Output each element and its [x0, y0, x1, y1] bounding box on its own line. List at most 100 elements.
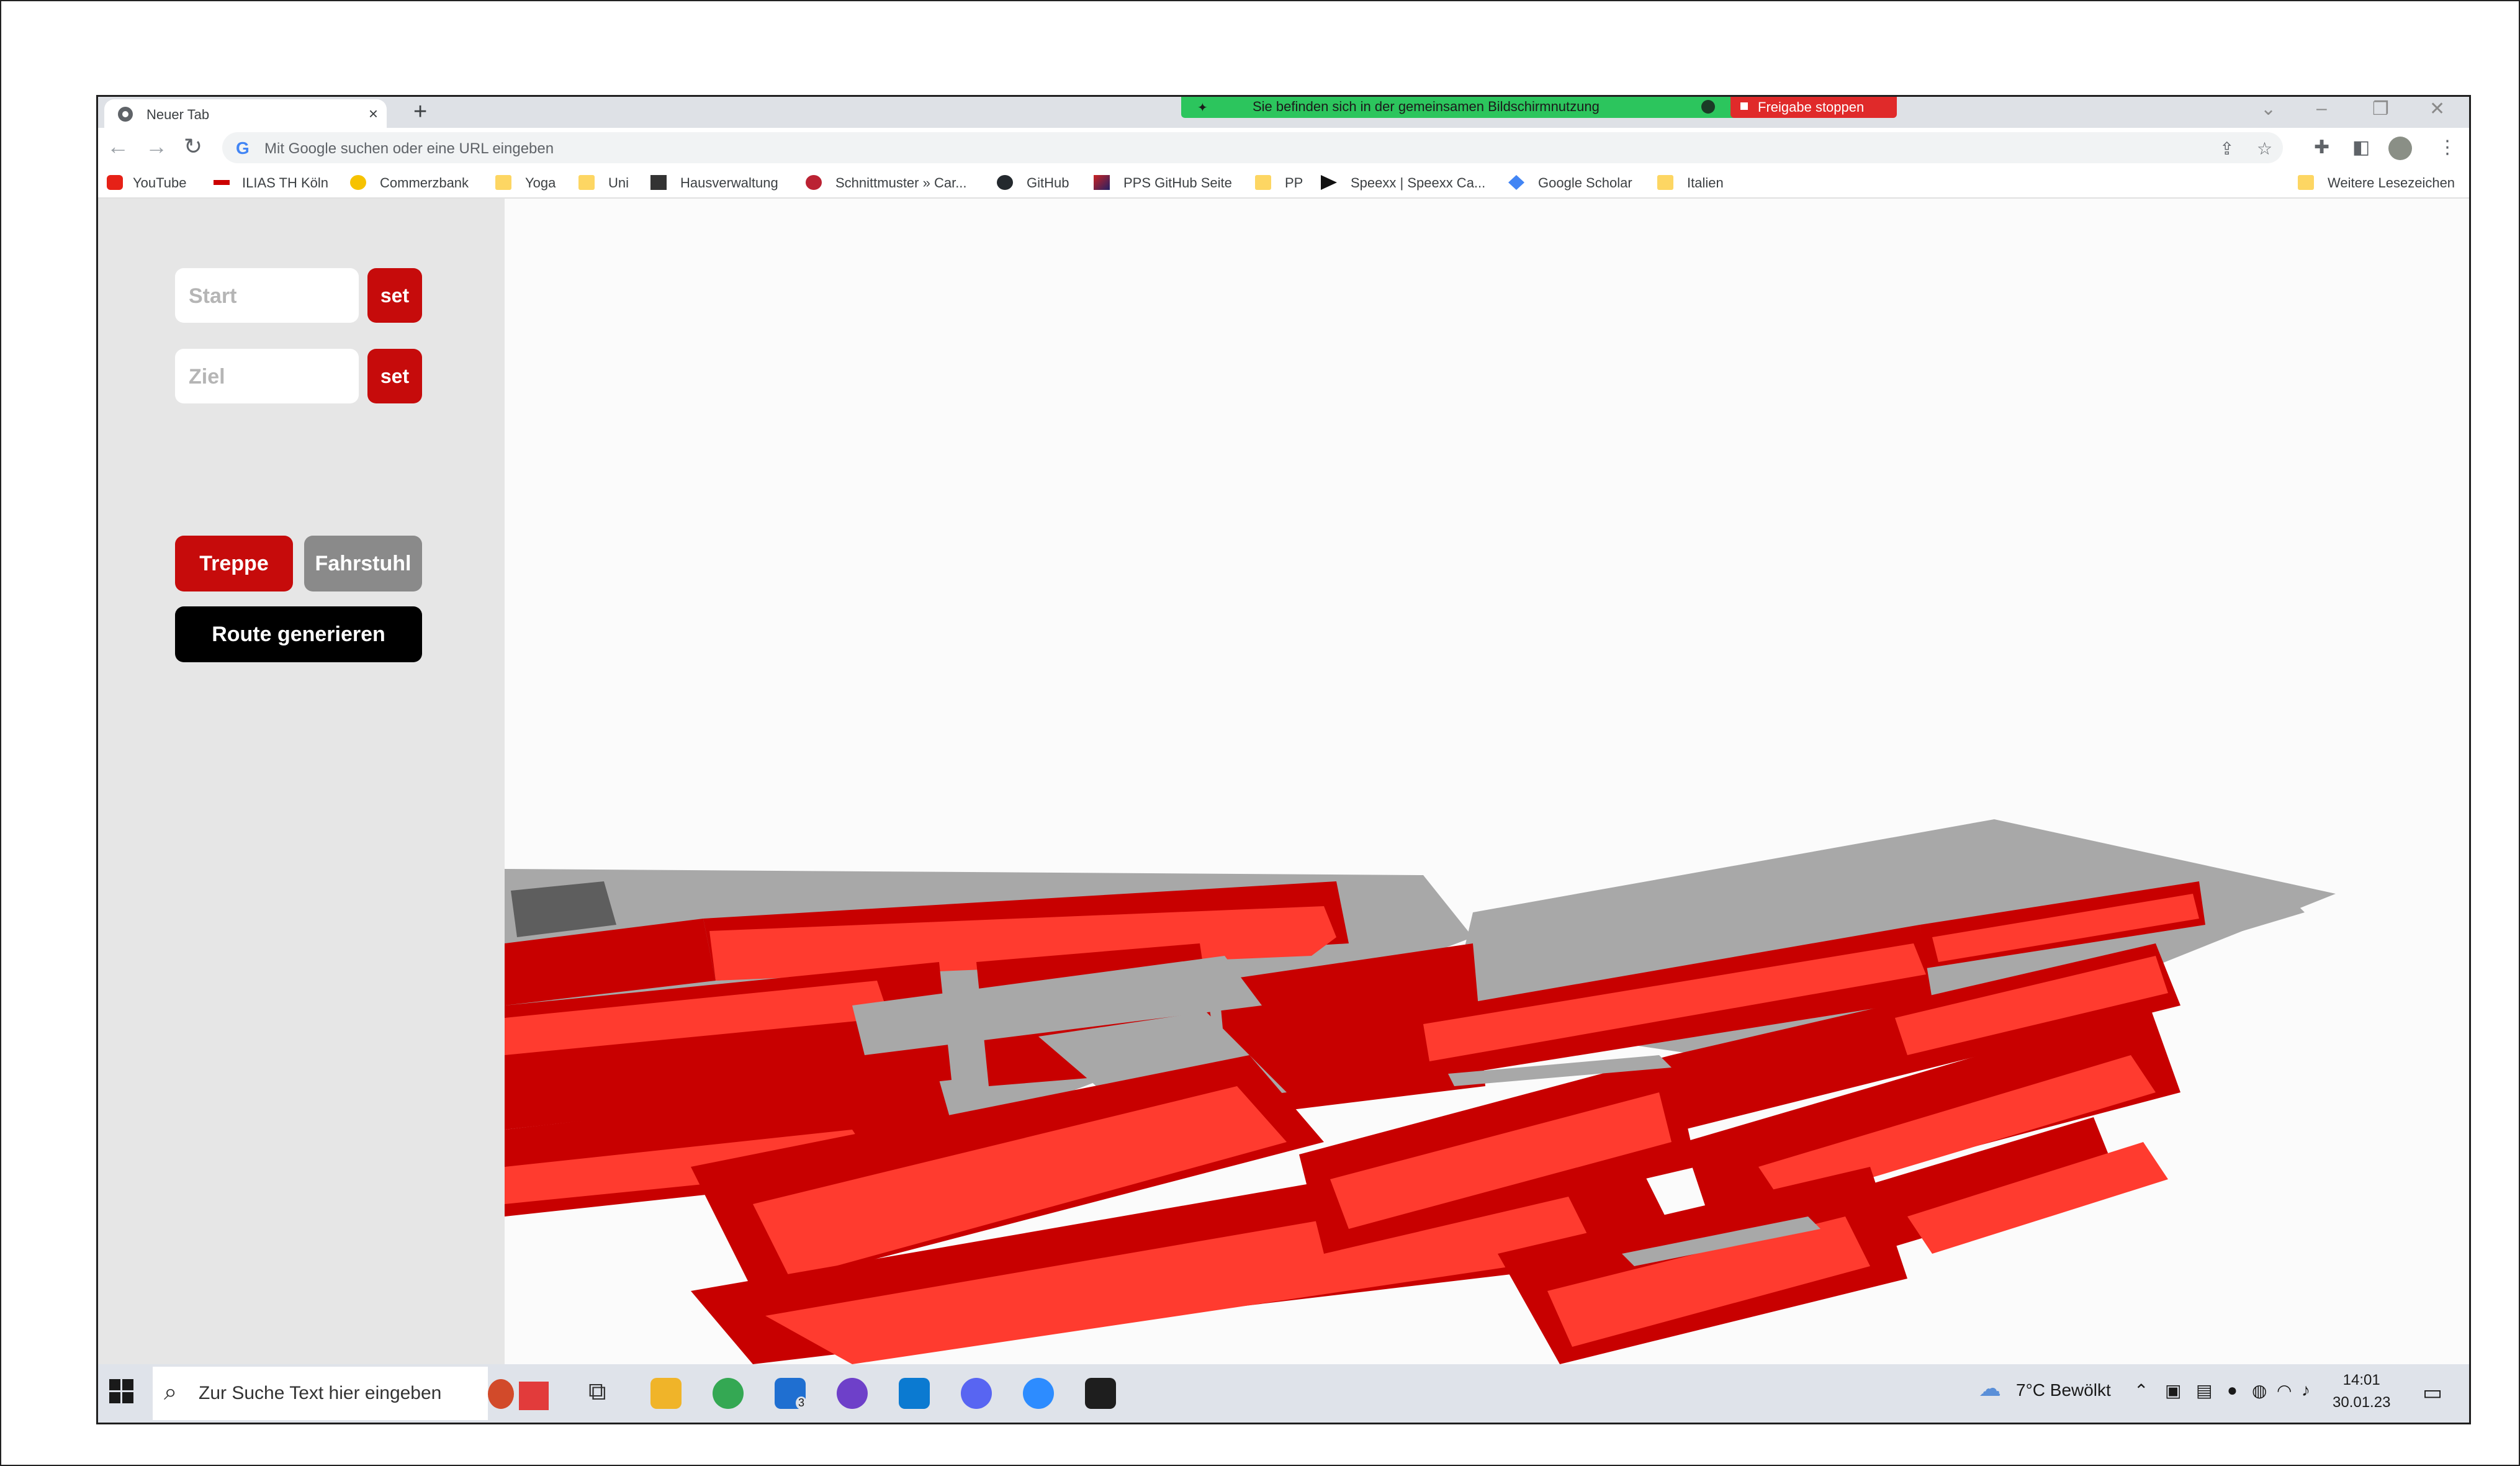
tab-title: Neuer Tab: [146, 107, 210, 122]
pps-icon: [1094, 175, 1110, 190]
mail-badge: 3: [796, 1396, 808, 1410]
stop-share-label: Freigabe stoppen: [1758, 99, 1865, 115]
bookmark-commerzbank[interactable]: Commerzbank: [380, 175, 469, 191]
extensions-puzzle-icon[interactable]: ✚: [2314, 137, 2329, 158]
new-tab-button[interactable]: +: [413, 99, 427, 124]
bookmark-star-icon[interactable]: ☆: [2257, 138, 2272, 159]
forward-arrow-icon[interactable]: →: [145, 134, 168, 159]
route-generate-button[interactable]: Route generieren: [175, 606, 422, 662]
side-panel-icon[interactable]: ◧: [2352, 137, 2370, 158]
chrome-taskbar-icon[interactable]: [713, 1378, 744, 1409]
start-input[interactable]: Start: [175, 268, 359, 323]
meet-now-icon[interactable]: ▣: [2165, 1380, 2181, 1401]
browser-toolbar: ← → ↻ G Mit Google suchen oder eine URL …: [98, 128, 2469, 168]
task-view-icon[interactable]: ⧉: [588, 1378, 619, 1409]
google-icon: G: [236, 138, 250, 158]
omnibox-placeholder: Mit Google suchen oder eine URL eingeben: [264, 140, 554, 157]
chrome-icon: [118, 107, 133, 122]
stop-share-button[interactable]: Freigabe stoppen: [1730, 97, 1897, 118]
bookmark-github[interactable]: GitHub: [1027, 175, 1069, 191]
bookmark-youtube[interactable]: YouTube: [133, 175, 186, 191]
ziel-placeholder: Ziel: [189, 365, 225, 389]
chevron-up-icon[interactable]: ⌃: [2134, 1380, 2148, 1401]
building-3d-canvas[interactable]: [505, 199, 2469, 1364]
vscode-icon[interactable]: [899, 1378, 930, 1409]
wifi-icon[interactable]: ◠: [2277, 1380, 2292, 1401]
clock-time: 14:01: [2342, 1372, 2380, 1388]
taskbar-search-placeholder: Zur Suche Text hier eingeben: [199, 1383, 442, 1403]
folder-icon: [2298, 175, 2314, 190]
set-ziel-button[interactable]: set: [367, 349, 422, 403]
back-arrow-icon[interactable]: ←: [107, 134, 129, 159]
tab-close-button[interactable]: ×: [369, 104, 378, 123]
taskbar-search-box[interactable]: ⌕ Zur Suche Text hier eingeben: [153, 1367, 488, 1420]
minimize-icon[interactable]: –: [2316, 98, 2327, 119]
discord-icon[interactable]: [961, 1378, 992, 1409]
folder-icon: [1657, 175, 1673, 190]
bookmark-ilias[interactable]: ILIAS TH Köln: [242, 175, 328, 191]
zoom-icon[interactable]: [1023, 1378, 1054, 1409]
search-icon: ⌕: [164, 1379, 178, 1405]
set-start-button[interactable]: set: [367, 268, 422, 323]
page-content: Start set Ziel set Treppe Fahrstuhl Rout…: [98, 199, 2469, 1364]
schnittmuster-icon: [806, 175, 822, 190]
profile-avatar[interactable]: [2388, 137, 2412, 160]
menu-kebab-icon[interactable]: ⋮: [2438, 137, 2457, 158]
mail-icon[interactable]: 3: [775, 1378, 808, 1410]
vpn-icon[interactable]: ◍: [2252, 1380, 2267, 1401]
gift-icon[interactable]: [483, 1373, 557, 1413]
shield-icon: [1701, 100, 1715, 114]
system-clock[interactable]: 14:01 30.01.23: [2333, 1369, 2390, 1414]
route-sidebar: Start set Ziel set Treppe Fahrstuhl Rout…: [98, 199, 505, 1364]
commerzbank-icon: [350, 175, 366, 190]
hausverwaltung-icon: [650, 175, 667, 190]
start-placeholder: Start: [189, 284, 237, 308]
bookmark-uni[interactable]: Uni: [608, 175, 629, 191]
share-banner-text: Sie befinden sich in der gemeinsamen Bil…: [1253, 99, 1600, 114]
speexx-icon: [1321, 175, 1337, 190]
file-explorer-icon[interactable]: [650, 1378, 682, 1409]
bookmark-google-scholar[interactable]: Google Scholar: [1538, 175, 1632, 191]
microphone-icon[interactable]: ●: [2227, 1380, 2238, 1400]
bookmark-italien[interactable]: Italien: [1687, 175, 1724, 191]
bookmark-other[interactable]: Weitere Lesezeichen: [2328, 175, 2455, 191]
folder-icon: [1255, 175, 1271, 190]
tab-new-tab[interactable]: Neuer Tab ×: [104, 99, 387, 128]
windows-start-icon[interactable]: [109, 1379, 134, 1404]
ilias-icon: [214, 180, 230, 185]
volume-icon[interactable]: ♪: [2302, 1380, 2310, 1400]
bookmark-pp[interactable]: PP: [1285, 175, 1303, 191]
weather-text[interactable]: 7°C Bewölkt: [2016, 1380, 2111, 1400]
treppe-button[interactable]: Treppe: [175, 536, 293, 591]
browser-window: Neuer Tab × + ✦ Sie befinden sich in der…: [96, 95, 2471, 1424]
folder-icon: [578, 175, 595, 190]
reload-icon[interactable]: ↻: [184, 134, 202, 159]
github-icon: [997, 175, 1013, 190]
cloud-weather-icon[interactable]: ☁: [1979, 1375, 2001, 1401]
restore-icon[interactable]: ❐: [2372, 98, 2389, 120]
bookmark-pps-github[interactable]: PPS GitHub Seite: [1123, 175, 1232, 191]
clock-date: 30.01.23: [2333, 1394, 2391, 1411]
windows-taskbar: ⌕ Zur Suche Text hier eingeben ⧉ 3 ☁ 7°C…: [98, 1364, 2469, 1423]
bookmark-schnittmuster[interactable]: Schnittmuster » Car...: [835, 175, 967, 191]
ziel-input[interactable]: Ziel: [175, 349, 359, 403]
folder-icon: [495, 175, 511, 190]
github-desktop-icon[interactable]: [837, 1378, 868, 1409]
building-3d-model[interactable]: [505, 199, 2469, 1364]
share-pin-icon: ✦: [1197, 101, 1208, 115]
bookmark-yoga[interactable]: Yoga: [525, 175, 556, 191]
figma-icon[interactable]: [1085, 1378, 1116, 1409]
tab-strip: Neuer Tab × + ✦ Sie befinden sich in der…: [98, 97, 2469, 128]
scholar-icon: [1508, 175, 1524, 190]
fahrstuhl-button[interactable]: Fahrstuhl: [304, 536, 422, 591]
bookmark-hausverwaltung[interactable]: Hausverwaltung: [680, 175, 778, 191]
omnibox[interactable]: G Mit Google suchen oder eine URL eingeb…: [222, 132, 2283, 163]
youtube-icon: [107, 175, 123, 190]
notification-icon[interactable]: ▭: [2423, 1380, 2442, 1405]
share-page-icon[interactable]: ⇪: [2220, 138, 2234, 159]
tab-search-chevron-icon[interactable]: ⌄: [2261, 98, 2276, 120]
display-icon[interactable]: ▤: [2196, 1380, 2212, 1401]
bookmarks-bar: YouTube ILIAS TH Köln Commerzbank Yoga U…: [98, 168, 2469, 199]
bookmark-speexx[interactable]: Speexx | Speexx Ca...: [1351, 175, 1485, 191]
close-window-icon[interactable]: ✕: [2429, 98, 2445, 120]
